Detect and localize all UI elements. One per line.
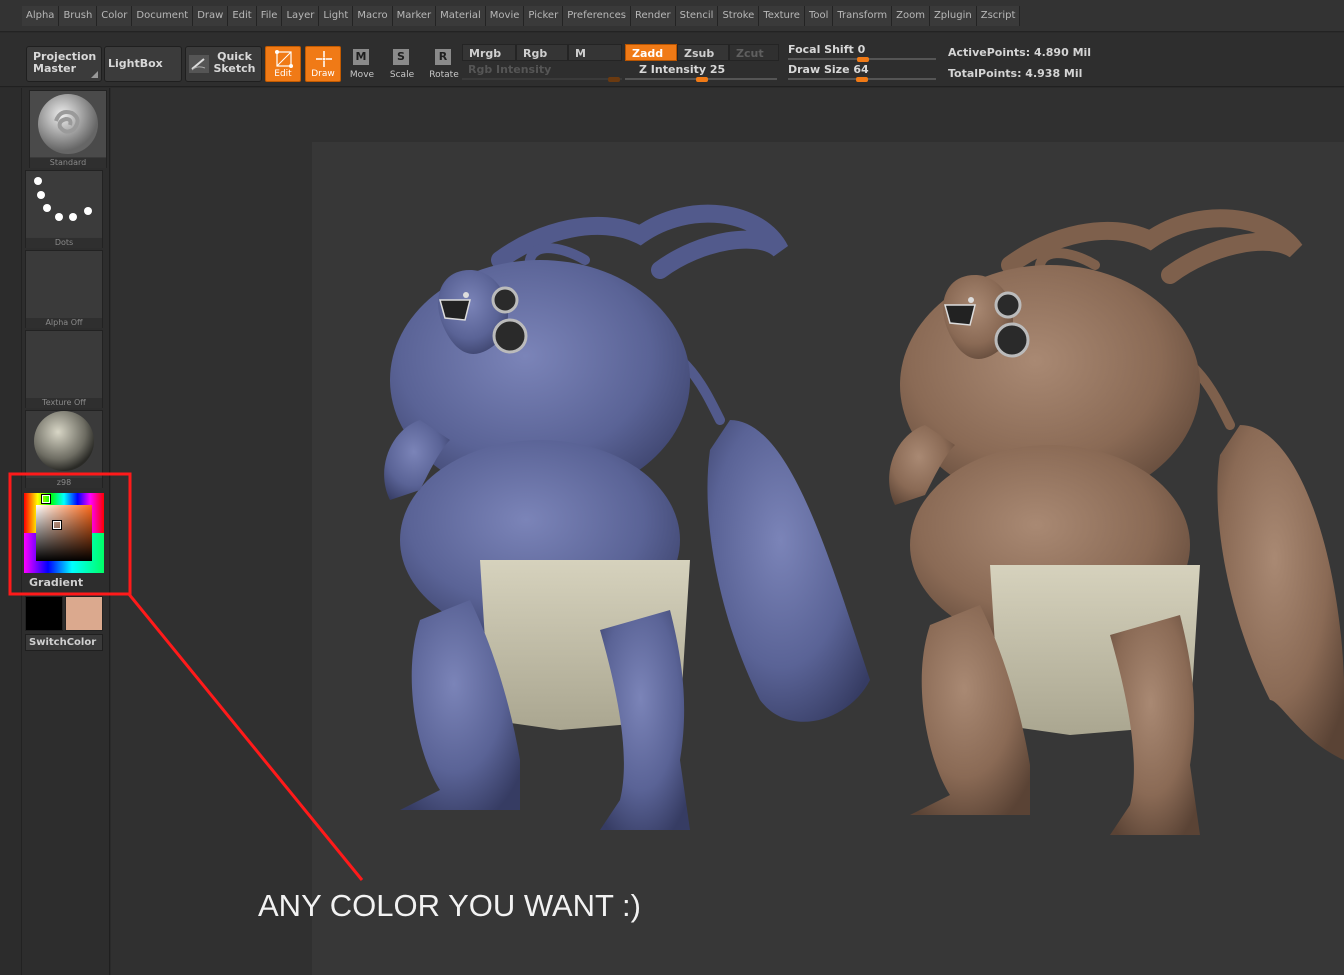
viewport-scene xyxy=(8,204,1344,881)
brown-monster-model[interactable] xyxy=(889,209,1344,835)
annotation-text: ANY COLOR YOU WANT :) xyxy=(258,888,641,923)
zbrush-window: Alpha Brush Color Document Draw Edit Fil… xyxy=(0,0,1344,975)
highlight-box xyxy=(8,472,132,596)
annotation-pointer-line xyxy=(126,592,364,881)
blue-monster-model[interactable] xyxy=(384,204,870,830)
